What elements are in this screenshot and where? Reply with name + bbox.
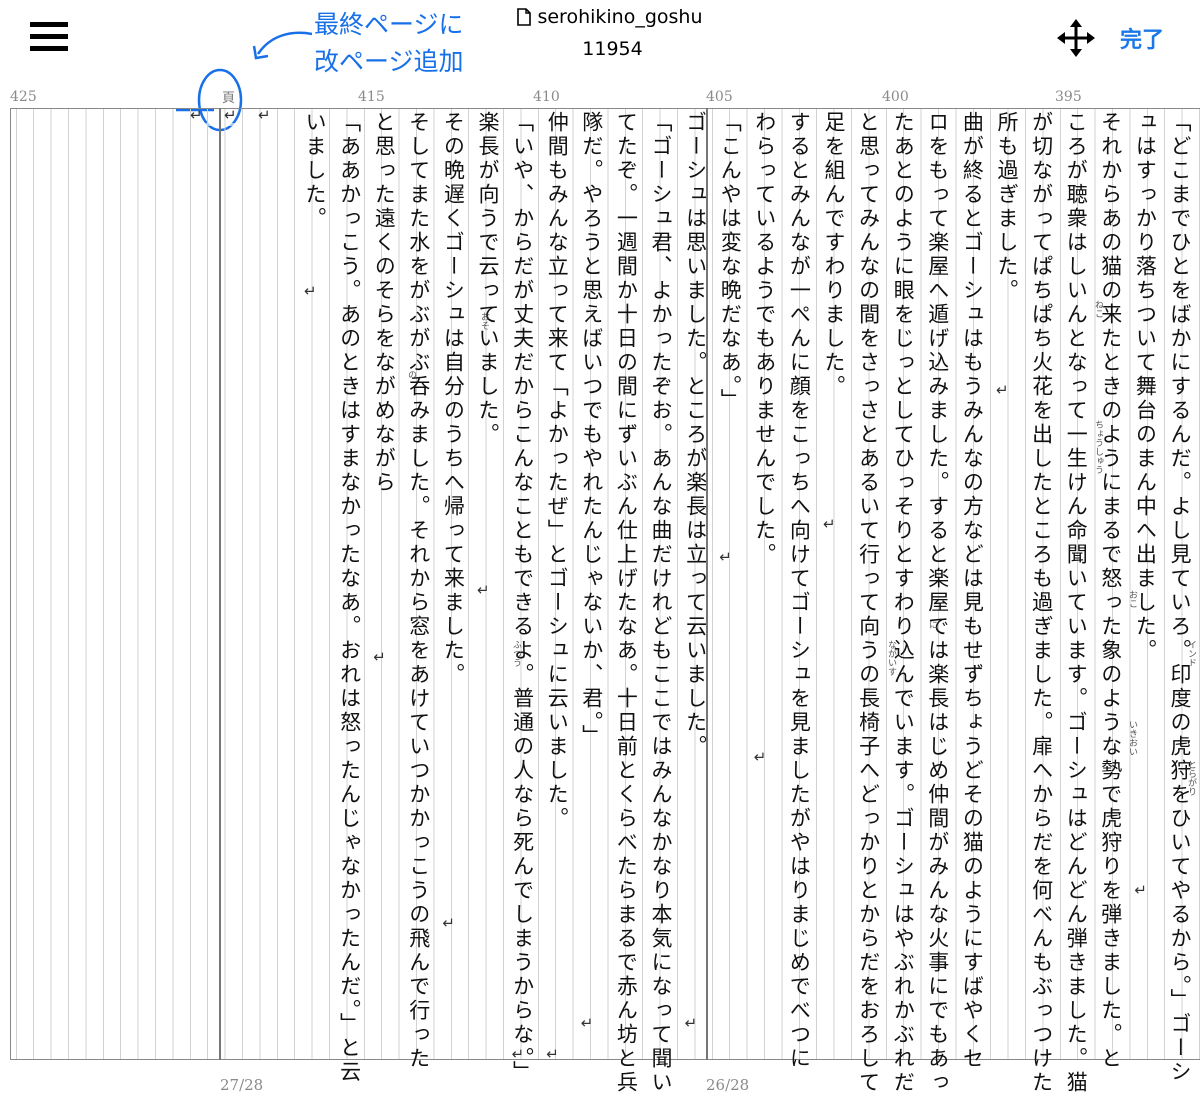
return-mark: ↵: [580, 1014, 594, 1033]
column-number: 395: [1055, 89, 1082, 105]
return-mark: ↵: [1134, 880, 1147, 899]
return-mark: ↵: [477, 581, 490, 600]
ruby-annotation: おそ: [479, 312, 489, 330]
return-mark: ↵: [304, 281, 317, 300]
text-column[interactable]: 「いや、からだが丈夫だからこんなこともできるよ。普通の人なら死んでしまうからな。…: [506, 111, 539, 1085]
return-mark: ↵: [373, 647, 386, 666]
annotation-line-1: 最終ページに: [314, 10, 464, 39]
text-column[interactable]: 足を組んですわりました。: [817, 111, 850, 1071]
annotation-note: 最終ページに 改ページ追加: [314, 6, 464, 80]
column-number: 410: [533, 89, 560, 105]
return-mark: ↵: [823, 514, 836, 533]
page-divider: [219, 108, 221, 1060]
column-number: 425: [10, 89, 37, 105]
text-column[interactable]: わらっているようでもありませんでした。: [748, 111, 781, 1071]
ruby-annotation: に: [927, 620, 937, 629]
page-break-marker: 頁: [222, 91, 236, 106]
ruby-annotation: ふつう: [511, 640, 521, 667]
document-title: serohikino_goshu: [500, 6, 720, 28]
return-mark: ↵: [753, 747, 767, 766]
character-count: 11954: [582, 38, 643, 60]
text-column[interactable]: 曲が終るとゴーシュはもうみんなの方などは見もせずちょうどその猫のようにすばやくセ: [955, 111, 988, 1071]
text-column[interactable]: 「ゴーシュ君、よかったぞお。あんな曲だけれどもここではみんなかなり本気になって聞…: [644, 111, 677, 1095]
column-number: 400: [882, 89, 909, 105]
text-column[interactable]: と思ってみんなの間をさっさとあるいて行って向うの長椅子へどっかりとからだをおろし…: [852, 111, 885, 1095]
page-number-left: 27/28: [220, 1076, 264, 1094]
text-column[interactable]: 「ああかっこう。あのときはすまなかったなあ。おれは怒ったんじゃなかったんだ。」と…: [333, 111, 366, 1085]
text-column[interactable]: てたぞ。一週間か十日の間にずいぶん仕上げたなあ。十日前とくらべたらまるで赤ん坊と…: [609, 111, 642, 1095]
done-button[interactable]: 完了: [1120, 22, 1164, 54]
text-column[interactable]: たあとのように眼をじっとしてひっそりとすわり込んでいます。ゴーシュはやぶれかぶれ…: [886, 111, 919, 1095]
annotation-line-2: 改ページ追加: [314, 47, 464, 76]
move-arrows-icon[interactable]: [1056, 18, 1096, 58]
ruby-annotation: の: [406, 370, 416, 379]
ruby-annotation: ちょうしゅう: [1093, 420, 1103, 474]
ruby-annotation: いきおい: [1127, 720, 1137, 756]
page-number-right: 26/28: [706, 1076, 750, 1094]
text-column[interactable]: 仲間もみんな立って来て「よかったぜ」とゴーシュに云いました。: [540, 111, 573, 1071]
text-column[interactable]: ゴーシュは思いました。ところが楽長は立って云いました。: [679, 111, 712, 1071]
return-mark: ↵: [719, 547, 732, 566]
text-column[interactable]: するとみんなが一ぺんに顔をこっちへ向けてゴーシュを見ましたがやはりまじめでべつに: [782, 111, 815, 1071]
return-mark: ↵: [224, 106, 237, 124]
text-column[interactable]: 隊だ。やろうと思えばいつでもやれたんじゃないか、君。」: [575, 111, 608, 1071]
menu-icon[interactable]: [30, 22, 70, 54]
ruby-annotation: とらがり: [1186, 760, 1196, 796]
ruby-annotation: インド: [1186, 640, 1196, 667]
document-title-text: serohikino_goshu: [537, 6, 703, 28]
return-mark: ↵: [258, 106, 271, 124]
return-mark: ↵: [684, 1014, 698, 1033]
ruby-annotation: おこ: [1127, 590, 1137, 608]
return-mark: ↵: [511, 1045, 525, 1063]
text-column[interactable]: いました。: [298, 111, 331, 1071]
text-column[interactable]: それからあの猫の来たときのようにまるで怒った象のような勢で虎狩りを弾きました。と: [1094, 111, 1127, 1071]
text-column[interactable]: ロをもって楽屋へ遁げ込みました。すると楽屋では楽長はじめ仲間がみんな火事にでもあ…: [921, 111, 954, 1095]
text-column[interactable]: そしてまた水をがぶがぶ呑みました。それから窓をあけていつかかっこうの飛んで行った: [402, 111, 435, 1071]
return-mark: ↵: [546, 1045, 559, 1063]
return-mark: ↵: [996, 381, 1009, 400]
text-column[interactable]: 「こんやは変な晩だなあ。」: [713, 111, 746, 1071]
text-column[interactable]: が切ながってぱちぱち火花を出したところも過ぎました。扉へからだを何べんもぶっつけ…: [1025, 111, 1058, 1095]
text-column[interactable]: ころが聴衆はしいんとなって一生けん命聞いています。ゴーシュはどんどん弾きました。…: [1059, 111, 1092, 1095]
top-bar: 最終ページに 改ページ追加 serohikino_goshu 11954 完了: [0, 0, 1200, 132]
text-column[interactable]: 「どこまでひとをばかにするんだ。よし見ていろ。印度の虎狩をひいてやるから。」ゴー…: [1163, 111, 1196, 1085]
column-number: 405: [706, 89, 733, 105]
column-number: 415: [358, 89, 385, 105]
document-icon: [517, 8, 532, 26]
return-mark: ↵: [442, 914, 455, 933]
text-column[interactable]: と思った遠くのそらをながめながら: [367, 111, 400, 1071]
ruby-annotation: ながいす: [886, 640, 896, 676]
return-mark: ↵: [190, 106, 203, 124]
ruby-annotation: ねこ: [1093, 300, 1103, 318]
text-column[interactable]: 所も過ぎました。: [990, 111, 1023, 1071]
